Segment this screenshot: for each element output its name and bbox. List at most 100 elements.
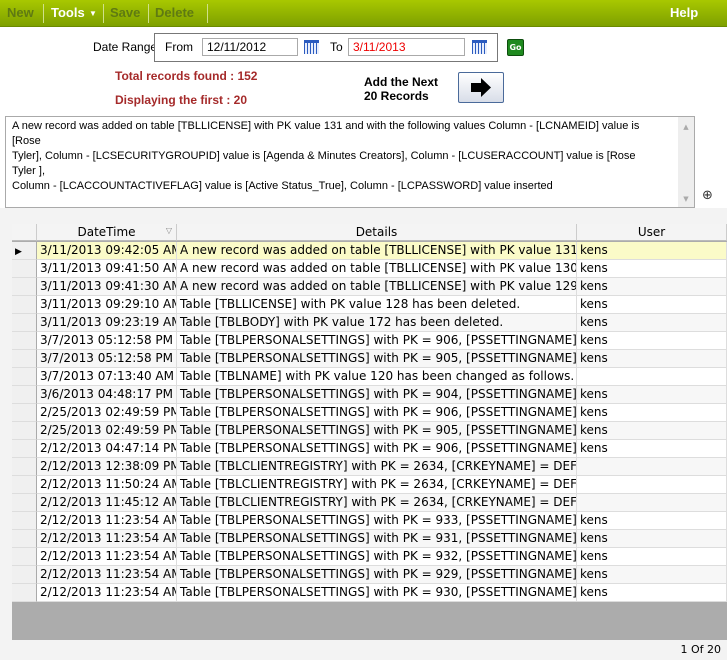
sort-icon[interactable]: ▽ [166,222,172,239]
table-row[interactable]: 2/12/2013 11:23:54 AM Table [TBLPERSONALS… [12,530,727,548]
cell-details[interactable]: A new record was added on table [TBLLICE… [177,242,577,260]
cell-details[interactable]: Table [TBLNAME] with PK value 120 has be… [177,368,577,386]
cell-datetime[interactable]: 3/7/2013 05:12:58 PM [37,350,177,368]
row-header[interactable] [12,404,37,422]
row-header[interactable] [12,350,37,368]
cell-details[interactable]: Table [TBLCLIENTREGISTRY] with PK = 2634… [177,494,577,512]
cell-datetime[interactable]: 2/12/2013 11:50:24 AM [37,476,177,494]
table-row[interactable]: 3/11/2013 09:29:10 AM Table [TBLLICENSE] … [12,296,727,314]
row-header[interactable] [12,314,37,332]
cell-datetime[interactable]: 2/12/2013 04:47:14 PM [37,440,177,458]
cell-datetime[interactable]: 3/11/2013 09:41:30 AM [37,278,177,296]
column-header-datetime[interactable]: DateTime ▽ [37,224,177,241]
cell-datetime[interactable]: 2/25/2013 02:49:59 PM [37,404,177,422]
cell-details[interactable]: Table [TBLPERSONALSETTINGS] with PK = 90… [177,332,577,350]
table-row[interactable]: 3/6/2013 04:48:17 PM Table [TBLPERSONALSE… [12,386,727,404]
table-row[interactable]: 3/7/2013 05:12:58 PM Table [TBLPERSONALSE… [12,332,727,350]
table-row[interactable]: 2/12/2013 11:45:12 AM Table [TBLCLIENTREG… [12,494,727,512]
cell-datetime[interactable]: 3/11/2013 09:29:10 AM [37,296,177,314]
table-row[interactable]: 3/11/2013 09:41:50 AM A new record was ad… [12,260,727,278]
cell-user[interactable]: kens [577,332,727,350]
row-header[interactable] [12,422,37,440]
cell-user[interactable]: kens [577,296,727,314]
from-date-input[interactable]: 12/11/2012 [202,38,298,56]
help-button[interactable]: Help [670,5,698,20]
cell-user[interactable] [577,368,727,386]
cell-datetime[interactable]: 2/12/2013 11:23:54 AM [37,512,177,530]
column-header-details[interactable]: Details [177,224,577,241]
cell-user[interactable]: kens [577,242,727,260]
tools-menu-button[interactable]: Tools [51,5,85,20]
cell-details[interactable]: Table [TBLCLIENTREGISTRY] with PK = 2634… [177,476,577,494]
cell-details[interactable]: Table [TBLPERSONALSETTINGS] with PK = 92… [177,566,577,584]
cell-user[interactable]: kens [577,512,727,530]
add-next-button[interactable] [458,72,504,103]
row-header[interactable] [12,494,37,512]
row-header[interactable] [12,386,37,404]
cell-datetime[interactable]: 2/12/2013 11:23:54 AM [37,584,177,602]
cell-user[interactable] [577,494,727,512]
delete-button[interactable]: Delete [155,5,194,20]
row-header[interactable] [12,458,37,476]
zoom-in-icon[interactable]: ⊕ [702,188,713,203]
cell-datetime[interactable]: 3/11/2013 09:23:19 AM [37,314,177,332]
cell-datetime[interactable]: 2/12/2013 11:45:12 AM [37,494,177,512]
table-row[interactable]: 2/12/2013 11:50:24 AM Table [TBLCLIENTREG… [12,476,727,494]
calendar-icon[interactable] [472,40,487,54]
go-button[interactable]: Go [507,39,524,56]
cell-details[interactable]: Table [TBLPERSONALSETTINGS] with PK = 90… [177,440,577,458]
detail-textarea[interactable]: A new record was added on table [TBLLICE… [5,116,695,208]
cell-user[interactable]: kens [577,566,727,584]
cell-details[interactable]: Table [TBLLICENSE] with PK value 128 has… [177,296,577,314]
row-header[interactable]: ▶ [12,242,37,260]
cell-details[interactable]: Table [TBLPERSONALSETTINGS] with PK = 90… [177,422,577,440]
cell-datetime[interactable]: 2/12/2013 11:23:54 AM [37,548,177,566]
cell-details[interactable]: Table [TBLPERSONALSETTINGS] with PK = 90… [177,350,577,368]
cell-datetime[interactable]: 3/11/2013 09:41:50 AM [37,260,177,278]
cell-user[interactable]: kens [577,278,727,296]
row-header[interactable] [12,530,37,548]
table-row[interactable]: 2/12/2013 11:23:54 AM Table [TBLPERSONALS… [12,584,727,602]
row-header[interactable] [12,440,37,458]
cell-user[interactable] [577,458,727,476]
row-header[interactable] [12,584,37,602]
cell-datetime[interactable]: 2/12/2013 12:38:09 PM [37,458,177,476]
cell-user[interactable]: kens [577,314,727,332]
scrollbar[interactable]: ▲ ▼ [678,117,694,207]
cell-details[interactable]: A new record was added on table [TBLLICE… [177,278,577,296]
calendar-icon[interactable] [304,40,319,54]
cell-datetime[interactable]: 3/7/2013 07:13:40 AM [37,368,177,386]
cell-user[interactable]: kens [577,260,727,278]
row-header[interactable] [12,332,37,350]
cell-user[interactable] [577,476,727,494]
new-button[interactable]: New [7,5,34,20]
save-button[interactable]: Save [110,5,140,20]
table-row[interactable]: 2/25/2013 02:49:59 PM Table [TBLPERSONALS… [12,404,727,422]
to-date-input[interactable]: 3/11/2013 [348,38,465,56]
cell-datetime[interactable]: 2/12/2013 11:23:54 AM [37,530,177,548]
cell-datetime[interactable]: 3/6/2013 04:48:17 PM [37,386,177,404]
row-header[interactable] [12,296,37,314]
cell-user[interactable]: kens [577,386,727,404]
cell-details[interactable]: Table [TBLBODY] with PK value 172 has be… [177,314,577,332]
cell-details[interactable]: Table [TBLPERSONALSETTINGS] with PK = 90… [177,404,577,422]
cell-user[interactable]: kens [577,350,727,368]
cell-user[interactable]: kens [577,422,727,440]
cell-details[interactable]: A new record was added on table [TBLLICE… [177,260,577,278]
row-header[interactable] [12,548,37,566]
cell-details[interactable]: Table [TBLPERSONALSETTINGS] with PK = 93… [177,548,577,566]
table-row[interactable]: 3/7/2013 05:12:58 PM Table [TBLPERSONALSE… [12,350,727,368]
table-row[interactable]: 2/12/2013 11:23:54 AM Table [TBLPERSONALS… [12,548,727,566]
row-header[interactable] [12,368,37,386]
cell-user[interactable]: kens [577,440,727,458]
cell-user[interactable]: kens [577,584,727,602]
row-header[interactable] [12,260,37,278]
row-header[interactable] [12,512,37,530]
table-row[interactable]: 2/12/2013 11:23:54 AM Table [TBLPERSONALS… [12,512,727,530]
table-row[interactable]: 2/12/2013 04:47:14 PM Table [TBLPERSONALS… [12,440,727,458]
cell-user[interactable]: kens [577,404,727,422]
table-row[interactable]: ▶ 3/11/2013 09:42:05 AM A new record was a… [12,242,727,260]
caret-down-icon[interactable]: ▼ [89,9,97,18]
column-header-user[interactable]: User [577,224,727,241]
table-row[interactable]: 2/12/2013 12:38:09 PM Table [TBLCLIENTREG… [12,458,727,476]
